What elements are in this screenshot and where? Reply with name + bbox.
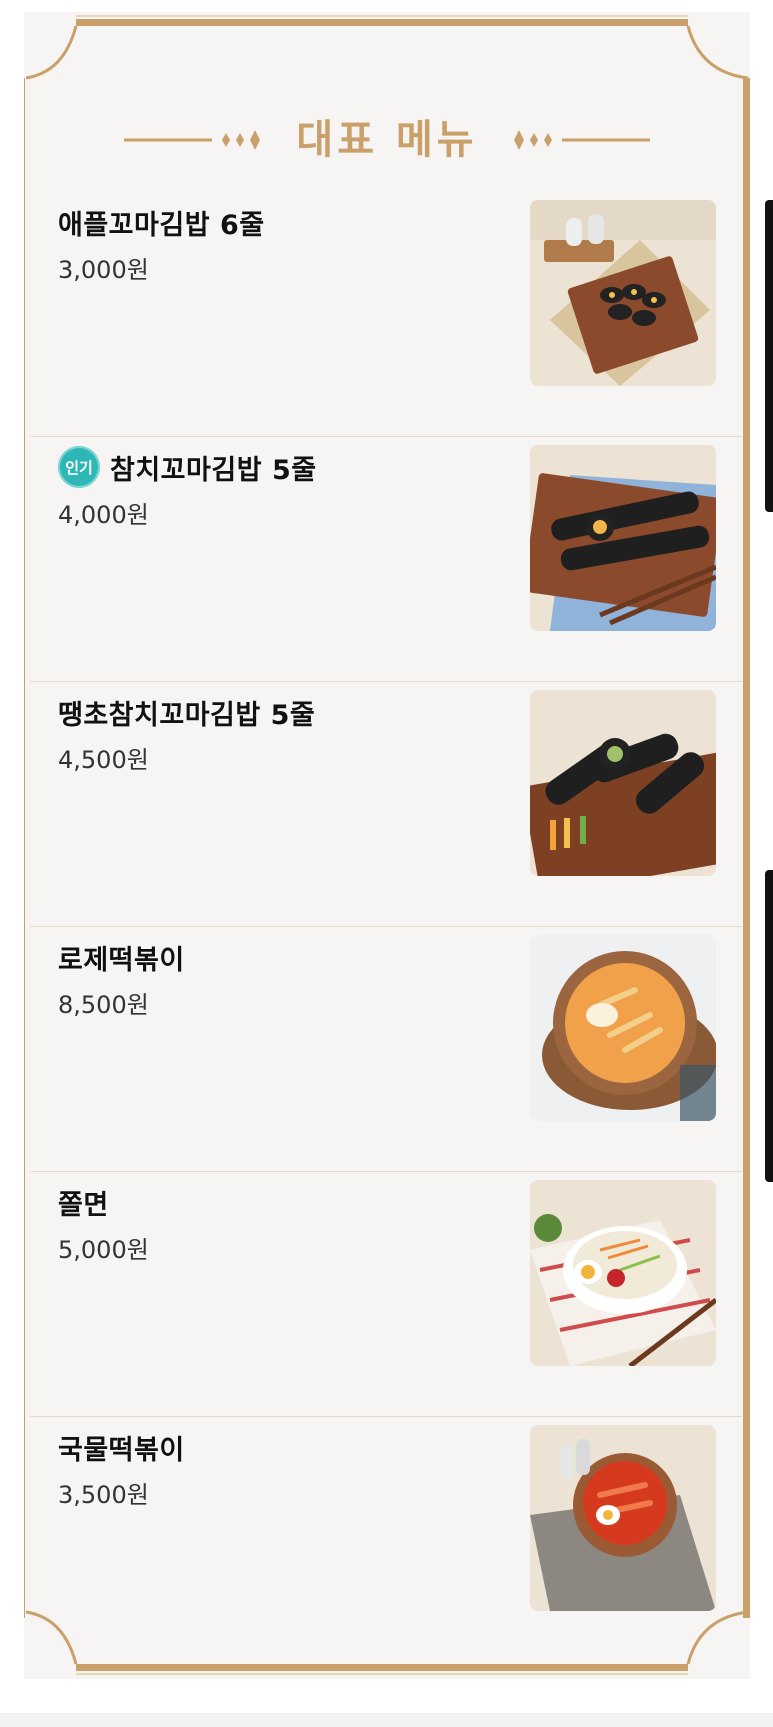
menu-item-price: 3,000원 (58, 256, 149, 284)
menu-item-name: 쫄면 (58, 1189, 109, 1221)
menu-item[interactable]: 애플꼬마김밥 6줄 3,000원 (30, 192, 742, 437)
menu-item-image[interactable] (530, 200, 716, 386)
menu-item-price: 3,500원 (58, 1481, 149, 1509)
menu-list: 애플꼬마김밥 6줄 3,000원 인기 참치꼬마김밥 5줄 4,000원 땡초참… (30, 192, 742, 1661)
bottom-strip (0, 1713, 773, 1727)
section-header: 대표 메뉴 (24, 112, 750, 168)
menu-item-image[interactable] (530, 1180, 716, 1366)
section-title: 대표 메뉴 (296, 117, 478, 163)
scroll-edge-handle-top[interactable] (765, 200, 773, 512)
menu-item-name: 참치꼬마김밥 5줄 (110, 454, 317, 486)
menu-item-header: 땡초참치꼬마김밥 5줄 (58, 690, 315, 734)
left-ornament-icon (124, 130, 261, 150)
menu-item-price: 8,500원 (58, 991, 149, 1019)
menu-item[interactable]: 국물떡볶이 3,500원 (30, 1417, 742, 1661)
menu-item-image[interactable] (530, 445, 716, 631)
menu-item-header: 쫄면 (58, 1180, 109, 1224)
menu-item-header: 애플꼬마김밥 6줄 (58, 200, 265, 244)
menu-item-image[interactable] (530, 690, 716, 876)
menu-item[interactable]: 쫄면 5,000원 (30, 1172, 742, 1417)
scroll-edge-handle-bottom[interactable] (765, 870, 773, 1182)
menu-item-header: 로제떡볶이 (58, 935, 185, 979)
menu-item-name: 국물떡볶이 (58, 1434, 185, 1466)
menu-item-price: 4,500원 (58, 746, 149, 774)
menu-item-price: 5,000원 (58, 1236, 149, 1264)
menu-item[interactable]: 땡초참치꼬마김밥 5줄 4,500원 (30, 682, 742, 927)
menu-item-header: 인기 참치꼬마김밥 5줄 (58, 445, 317, 489)
menu-item[interactable]: 인기 참치꼬마김밥 5줄 4,000원 (30, 437, 742, 682)
right-ornament-icon (513, 130, 650, 150)
menu-item-header: 국물떡볶이 (58, 1425, 185, 1469)
menu-item-name: 로제떡볶이 (58, 944, 185, 976)
menu-item-name: 애플꼬마김밥 6줄 (58, 209, 265, 241)
menu-item-image[interactable] (530, 1425, 716, 1611)
menu-item[interactable]: 로제떡볶이 8,500원 (30, 927, 742, 1172)
menu-item-price: 4,000원 (58, 501, 149, 529)
menu-item-name: 땡초참치꼬마김밥 5줄 (58, 699, 316, 731)
menu-item-image[interactable] (530, 935, 716, 1121)
popular-badge: 인기 (58, 446, 100, 488)
